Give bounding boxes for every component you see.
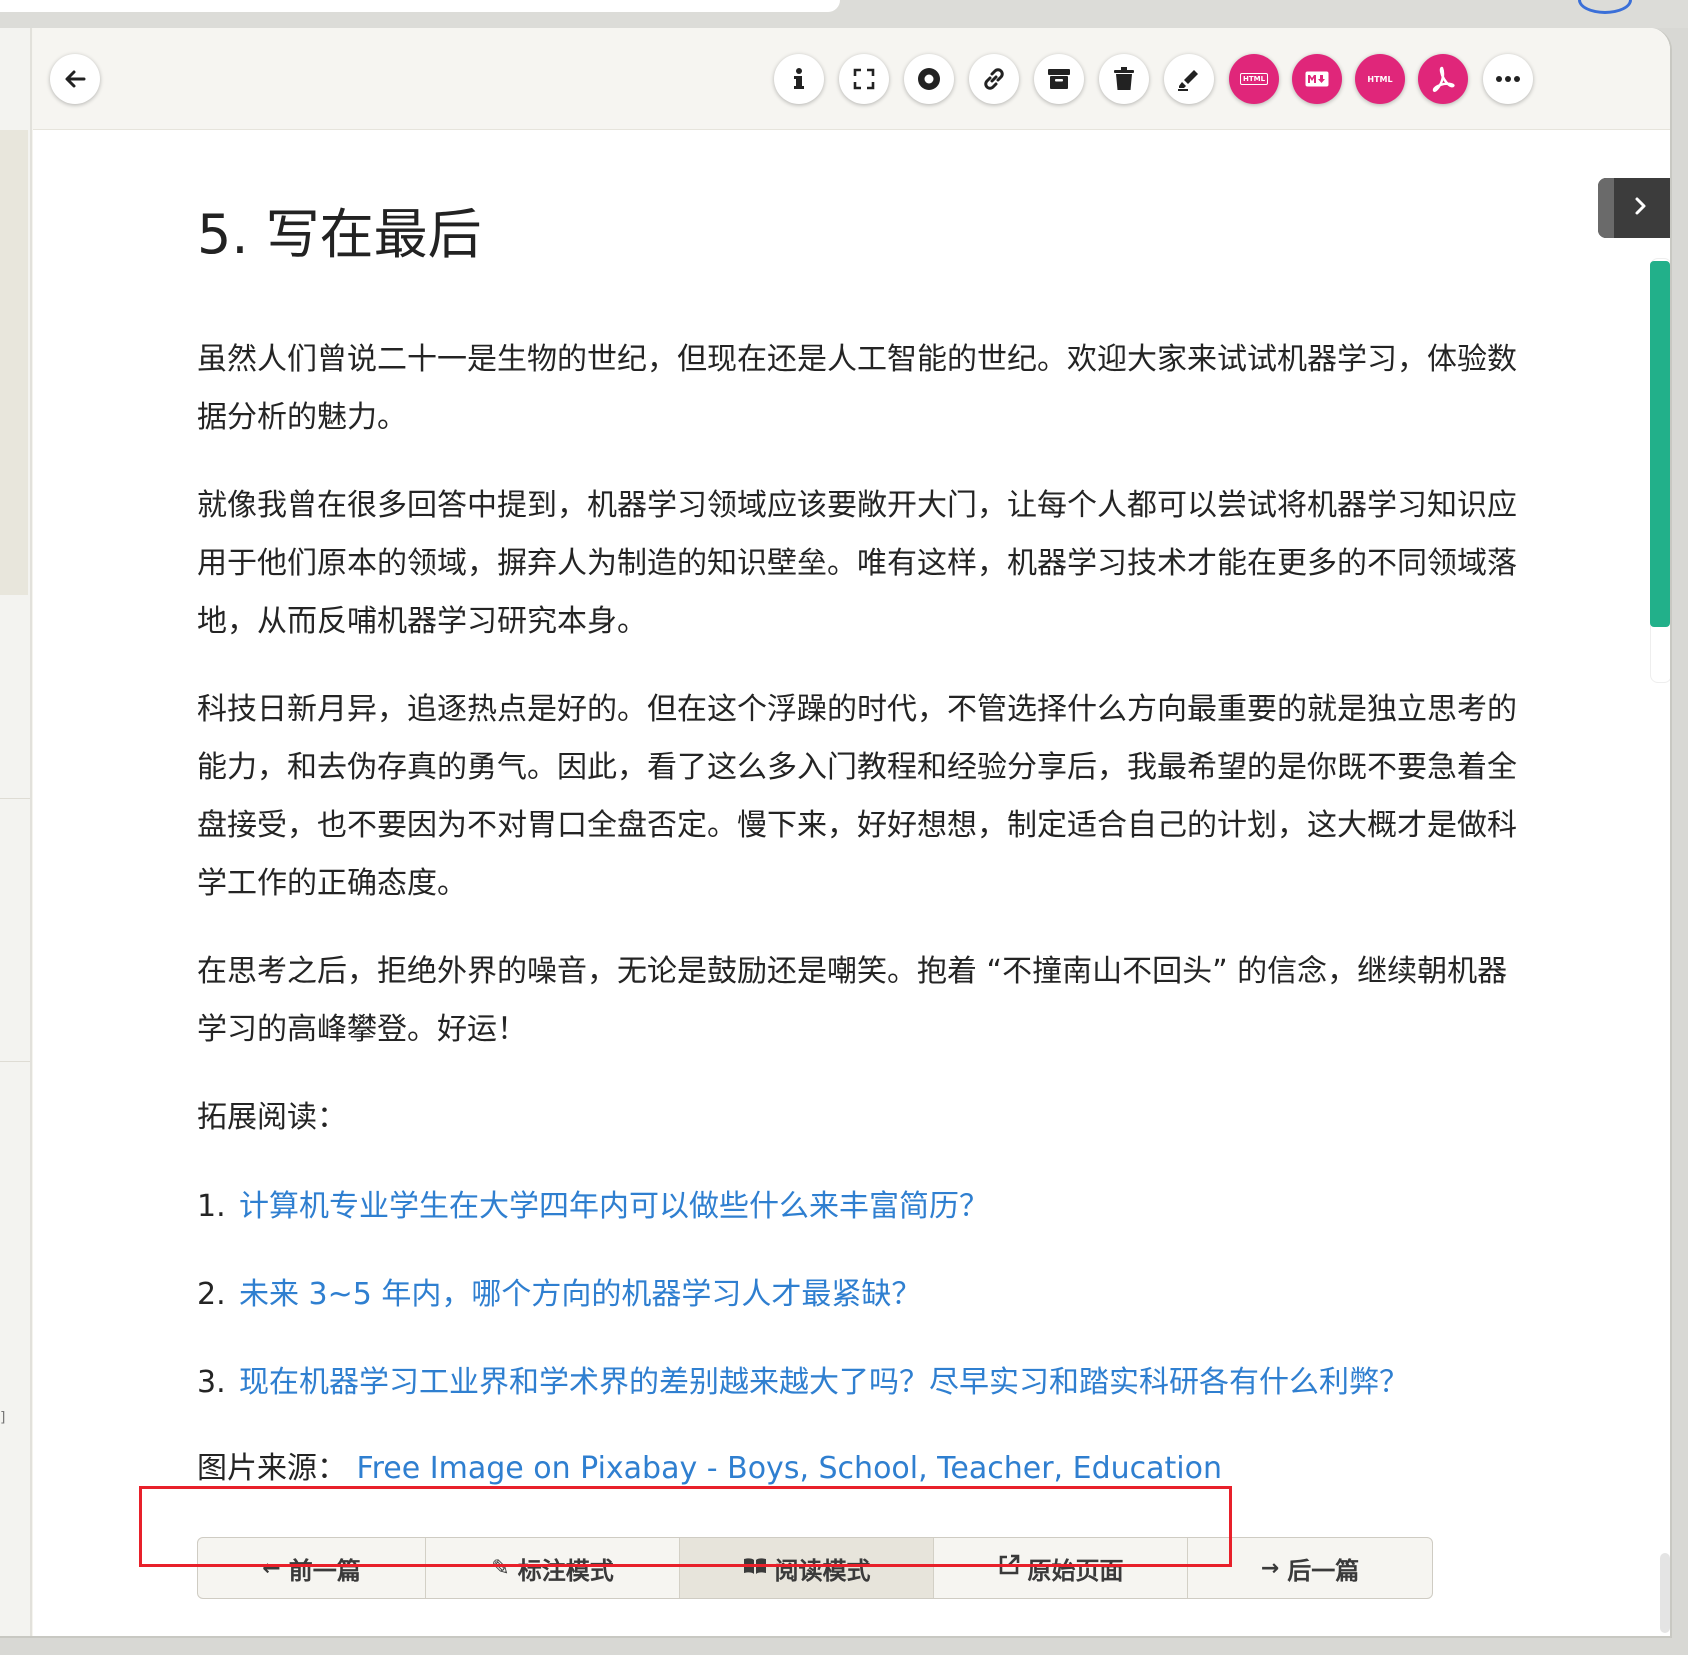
side-panel-toggle[interactable]: [1598, 178, 1670, 238]
section-heading: 5. 写在最后: [197, 203, 482, 266]
archive-icon: [1047, 68, 1071, 90]
reading-link[interactable]: 计算机专业学生在大学四年内可以做些什么来丰富简历？: [239, 1189, 989, 1224]
next-article-button[interactable]: → 后一篇: [1188, 1538, 1432, 1598]
further-reading-label: 拓展阅读：: [197, 1100, 347, 1135]
paragraph: 在思考之后，拒绝外界的噪音，无论是鼓励还是嘲笑。抱着 “不撞南山不回头” 的信念…: [197, 954, 1508, 1047]
original-label: 原始页面: [1027, 1556, 1124, 1585]
pen-icon: ✎: [491, 1555, 510, 1581]
annotate-label: 标注模式: [517, 1556, 614, 1585]
extension-icon[interactable]: [1578, 0, 1632, 14]
article-body: 5. 写在最后 虽然人们曾说二十一是生物的世纪，但现在还是人工智能的世纪。欢迎大…: [197, 190, 1537, 1489]
export-html2-button[interactable]: HTML: [1355, 54, 1405, 104]
original-page-button[interactable]: 原始页面: [934, 1538, 1188, 1598]
browser-top-strip: [0, 0, 1688, 28]
info-button[interactable]: [774, 54, 824, 104]
annotate-mode-button[interactable]: ✎ 标注模式: [426, 1538, 680, 1598]
fullscreen-button[interactable]: [839, 54, 889, 104]
link-button[interactable]: [969, 54, 1019, 104]
export-markdown-button[interactable]: [1292, 54, 1342, 104]
left-sidebar: ]: [0, 28, 32, 1636]
read-mode-button[interactable]: 阅读模式: [680, 1538, 934, 1598]
paragraph: 虽然人们曾说二十一是生物的世纪，但现在还是人工智能的世纪。欢迎大家来试试机器学习…: [197, 342, 1517, 435]
html-icon: HTML: [1239, 73, 1269, 85]
highlight-button[interactable]: [1164, 54, 1214, 104]
export-pdf-button[interactable]: [1418, 54, 1468, 104]
delete-button[interactable]: [1099, 54, 1149, 104]
external-link-icon: [998, 1554, 1020, 1582]
prev-label: 前一篇: [288, 1556, 361, 1585]
more-button[interactable]: [1483, 54, 1533, 104]
circle-dot-icon: [917, 67, 941, 91]
expand-icon: [853, 68, 875, 90]
pdf-icon: [1430, 66, 1456, 92]
paragraph: 科技日新月异，追逐热点是好的。但在这个浮躁的时代，不管选择什么方向最重要的就是独…: [197, 692, 1517, 901]
arrow-right-icon: →: [1260, 1555, 1280, 1581]
app-window: ] HTML HTML 5. 写在最后 虽然人们曾说二十一是生物的世纪，但现在还…: [0, 28, 1672, 1638]
browser-tab-edge: [0, 0, 840, 12]
list-number: 1.: [197, 1189, 226, 1224]
export-html-button[interactable]: HTML: [1229, 54, 1279, 104]
reading-progress-fill: [1650, 261, 1670, 627]
list-item: 2. 未来 3~5 年内，哪个方向的机器学习人才最紧缺？: [197, 1275, 1537, 1315]
image-source-label: 图片来源：: [197, 1451, 347, 1486]
sidebar-divider: [0, 798, 30, 799]
trash-icon: [1113, 67, 1135, 91]
arrow-left-icon: ←: [262, 1555, 281, 1581]
highlighter-icon: [1176, 66, 1202, 92]
info-icon: [793, 67, 805, 91]
record-button[interactable]: [904, 54, 954, 104]
markdown-icon: [1305, 71, 1329, 87]
further-reading-list: 1. 计算机专业学生在大学四年内可以做些什么来丰富简历？ 2. 未来 3~5 年内，…: [197, 1187, 1537, 1403]
list-item: 3. 现在机器学习工业界和学术界的差别越来越大了吗？尽早实习和踏实科研各有什么利弊…: [197, 1363, 1537, 1403]
next-label: 后一篇: [1287, 1556, 1360, 1585]
reader-panel: HTML HTML 5. 写在最后 虽然人们曾说二十一是生物的世纪，但现在还是人…: [33, 28, 1670, 1636]
prev-article-button[interactable]: ← 前一篇: [198, 1538, 426, 1598]
archive-button[interactable]: [1034, 54, 1084, 104]
arrow-left-icon: [64, 68, 86, 90]
scrollbar-thumb[interactable]: [1660, 1553, 1670, 1633]
reading-link[interactable]: 未来 3~5 年内，哪个方向的机器学习人才最紧缺？: [239, 1277, 921, 1312]
sidebar-divider: [0, 1061, 30, 1062]
paragraph: 就像我曾在很多回答中提到，机器学习领域应该要敞开大门，让每个人都可以尝试将机器学…: [197, 488, 1517, 639]
link-icon: [981, 66, 1007, 92]
chevron-right-icon: [1634, 193, 1648, 223]
read-label: 阅读模式: [774, 1556, 871, 1585]
back-button[interactable]: [50, 54, 100, 104]
reading-link[interactable]: 现在机器学习工业界和学术界的差别越来越大了吗？尽早实习和踏实科研各有什么利弊？: [239, 1365, 1409, 1400]
ellipsis-icon: [1496, 76, 1520, 82]
html-text-icon: HTML: [1367, 74, 1393, 84]
image-source-link[interactable]: Free Image on Pixabay - Boys, School, Te…: [357, 1451, 1222, 1486]
book-icon: [743, 1556, 767, 1581]
reader-toolbar: HTML HTML: [33, 28, 1670, 130]
list-item: 1. 计算机专业学生在大学四年内可以做些什么来丰富简历？: [197, 1187, 1537, 1227]
list-number: 3.: [197, 1365, 226, 1400]
image-source: 图片来源： Free Image on Pixabay - Boys, Scho…: [197, 1449, 1537, 1489]
list-number: 2.: [197, 1277, 226, 1312]
sidebar-active-block: [0, 130, 28, 595]
sidebar-bracket-icon: ]: [0, 1410, 6, 1426]
article-nav-bar: ← 前一篇 ✎ 标注模式 阅读模式 原始页面 → 后一篇: [197, 1537, 1433, 1599]
